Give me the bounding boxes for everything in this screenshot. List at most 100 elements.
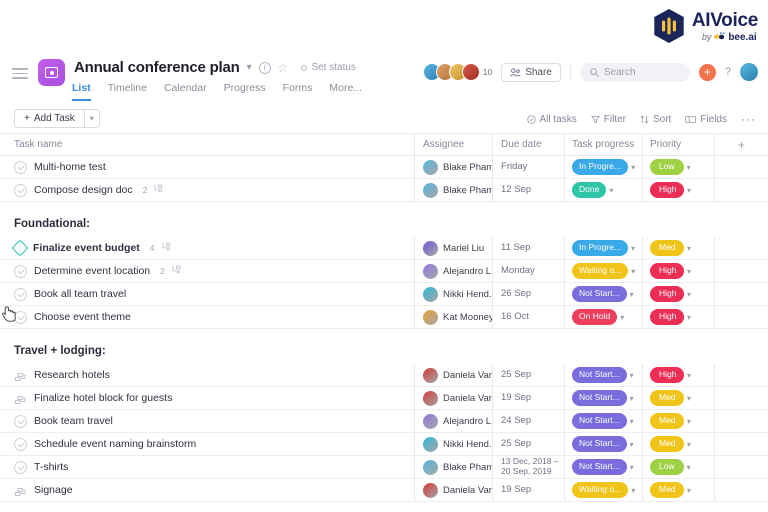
quick-add-button[interactable]: + (698, 63, 716, 81)
status-badge[interactable]: Not Start... (572, 286, 627, 302)
avatar[interactable] (423, 390, 438, 406)
priority-badge[interactable]: High (650, 286, 684, 302)
info-icon[interactable]: i (258, 61, 271, 74)
priority-badge[interactable]: Med (650, 436, 684, 452)
cell-due-date[interactable]: 19 Sep (493, 387, 565, 409)
table-row[interactable]: Determine event location 2 Alejandro L... M… (0, 260, 768, 283)
cell-task-progress[interactable]: Waiting o... ▾ (565, 260, 643, 282)
priority-badge[interactable]: Med (650, 240, 684, 256)
cell-assignee[interactable]: Daniela Var... (415, 387, 493, 409)
chevron-down-icon[interactable]: ▾ (687, 313, 691, 322)
cell-task-name[interactable]: Research hotels (0, 364, 415, 386)
chevron-down-icon[interactable]: ▾ (630, 290, 634, 299)
cell-task-name[interactable]: Compose design doc 2 (0, 179, 415, 201)
chevron-down-icon[interactable]: ▾ (687, 163, 691, 172)
avatar[interactable] (423, 159, 438, 175)
cell-task-name[interactable]: Multi-home test (0, 156, 415, 178)
cell-assignee[interactable]: Daniela Var... (415, 479, 493, 501)
cell-assignee[interactable]: Blake Pham (415, 179, 493, 201)
table-row[interactable]: Finalize hotel block for guests Daniela V… (0, 387, 768, 410)
cell-task-name[interactable]: T-shirts (0, 456, 415, 478)
chevron-down-icon[interactable]: ▾ (687, 244, 691, 253)
cell-due-date[interactable]: 16 Oct (493, 306, 565, 328)
status-badge[interactable]: Not Start... (572, 390, 627, 406)
add-column-button[interactable]: + (715, 134, 768, 155)
cell-due-date[interactable]: 25 Sep (493, 433, 565, 455)
chevron-down-icon[interactable]: ▾ (620, 313, 624, 322)
status-badge[interactable]: Not Start... (572, 413, 627, 429)
cell-task-progress[interactable]: On Hold ▾ (565, 306, 643, 328)
chevron-down-icon[interactable]: ▾ (630, 463, 634, 472)
table-row[interactable]: Book all team travel Nikki Hend... 26 Sep N… (0, 283, 768, 306)
avatar[interactable] (423, 436, 438, 452)
avatar[interactable] (423, 182, 438, 198)
cell-task-progress[interactable]: Not Start... ▾ (565, 456, 643, 478)
table-row[interactable]: Schedule event naming brainstorm Nikki He… (0, 433, 768, 456)
cell-task-name[interactable]: Choose event theme (0, 306, 415, 328)
cell-task-name[interactable]: Finalize hotel block for guests (0, 387, 415, 409)
column-task-name[interactable]: Task name (0, 134, 415, 155)
priority-badge[interactable]: Low (650, 459, 684, 475)
cell-priority[interactable]: Med ▾ (643, 387, 715, 409)
cell-task-progress[interactable]: Not Start... ▾ (565, 283, 643, 305)
status-badge[interactable]: On Hold (572, 309, 618, 325)
table-row[interactable]: T-shirts Blake Pham 13 Dec, 2018 –20 Sep, … (0, 456, 768, 479)
chevron-down-icon[interactable]: ▾ (687, 417, 691, 426)
priority-badge[interactable]: High (650, 263, 684, 279)
cell-priority[interactable]: Med ▾ (643, 410, 715, 432)
status-badge[interactable]: In Progre... (572, 240, 629, 256)
cell-task-progress[interactable]: Not Start... ▾ (565, 410, 643, 432)
priority-badge[interactable]: High (650, 182, 684, 198)
more-options-button[interactable]: ··· (741, 112, 756, 126)
fields-button[interactable]: Fields (685, 114, 727, 125)
status-badge[interactable]: Not Start... (572, 459, 627, 475)
table-row[interactable]: SignageDaniela Var...19 SepWaiting o...▾… (0, 479, 768, 502)
cell-task-progress[interactable]: In Progre... ▾ (565, 237, 643, 259)
status-badge[interactable]: Not Start... (572, 436, 627, 452)
cell-due-date[interactable]: 24 Sep (493, 410, 565, 432)
cell-task-progress[interactable]: In Progre... ▾ (565, 156, 643, 178)
milestone-diamond-icon[interactable] (11, 239, 29, 257)
cell-priority[interactable]: Low ▾ (643, 156, 715, 178)
avatar[interactable] (423, 367, 438, 383)
table-row[interactable]: Book team travel Alejandro L... 24 Sep Not … (0, 410, 768, 433)
approval-icon[interactable] (14, 392, 27, 405)
chevron-down-icon[interactable]: ▾ (631, 486, 635, 495)
cell-task-progress[interactable]: Done ▾ (565, 179, 643, 201)
avatar[interactable] (423, 263, 438, 279)
avatar[interactable] (423, 309, 438, 325)
help-button[interactable]: ? (725, 66, 731, 78)
cell-due-date[interactable]: 25 Sep (493, 364, 565, 386)
priority-badge[interactable]: Med (650, 413, 684, 429)
share-button[interactable]: Share (501, 62, 561, 82)
approval-icon[interactable] (14, 484, 27, 497)
check-circle-icon[interactable] (14, 160, 27, 174)
chevron-down-icon[interactable]: ▾ (609, 186, 613, 195)
cell-due-date[interactable]: 13 Dec, 2018 –20 Sep, 2019 (493, 456, 565, 478)
current-user-avatar[interactable] (740, 63, 758, 81)
tab-calendar[interactable]: Calendar (164, 82, 207, 101)
avatar[interactable] (461, 63, 480, 81)
cell-assignee[interactable]: Blake Pham (415, 456, 493, 478)
cell-task-name[interactable]: Book all team travel (0, 283, 415, 305)
cell-assignee[interactable]: Daniela Var... (415, 364, 493, 386)
priority-badge[interactable]: Med (650, 482, 684, 498)
chevron-down-icon[interactable]: ▾ (631, 267, 635, 276)
cell-task-name[interactable]: Book team travel (0, 410, 415, 432)
tab-timeline[interactable]: Timeline (108, 82, 147, 101)
chevron-down-icon[interactable]: ▾ (687, 290, 691, 299)
cell-priority[interactable]: High ▾ (643, 306, 715, 328)
avatar[interactable] (423, 286, 438, 302)
cell-due-date[interactable]: 19 Sep (493, 479, 565, 501)
cell-due-date[interactable]: 11 Sep (493, 237, 565, 259)
column-assignee[interactable]: Assignee (415, 134, 493, 155)
column-task-progress[interactable]: Task progress (565, 134, 643, 155)
status-badge[interactable]: Waiting o... (572, 482, 629, 498)
cell-due-date[interactable]: 12 Sep (493, 179, 565, 201)
cell-task-progress[interactable]: Not Start... ▾ (565, 364, 643, 386)
cell-task-name[interactable]: Determine event location 2 (0, 260, 415, 282)
status-badge[interactable]: In Progre... (572, 159, 629, 175)
cell-assignee[interactable]: Blake Pham (415, 156, 493, 178)
cell-priority[interactable]: Low ▾ (643, 456, 715, 478)
table-row[interactable]: Compose design doc 2 Blake Pham 12 Sep Done ▾… (0, 179, 768, 202)
